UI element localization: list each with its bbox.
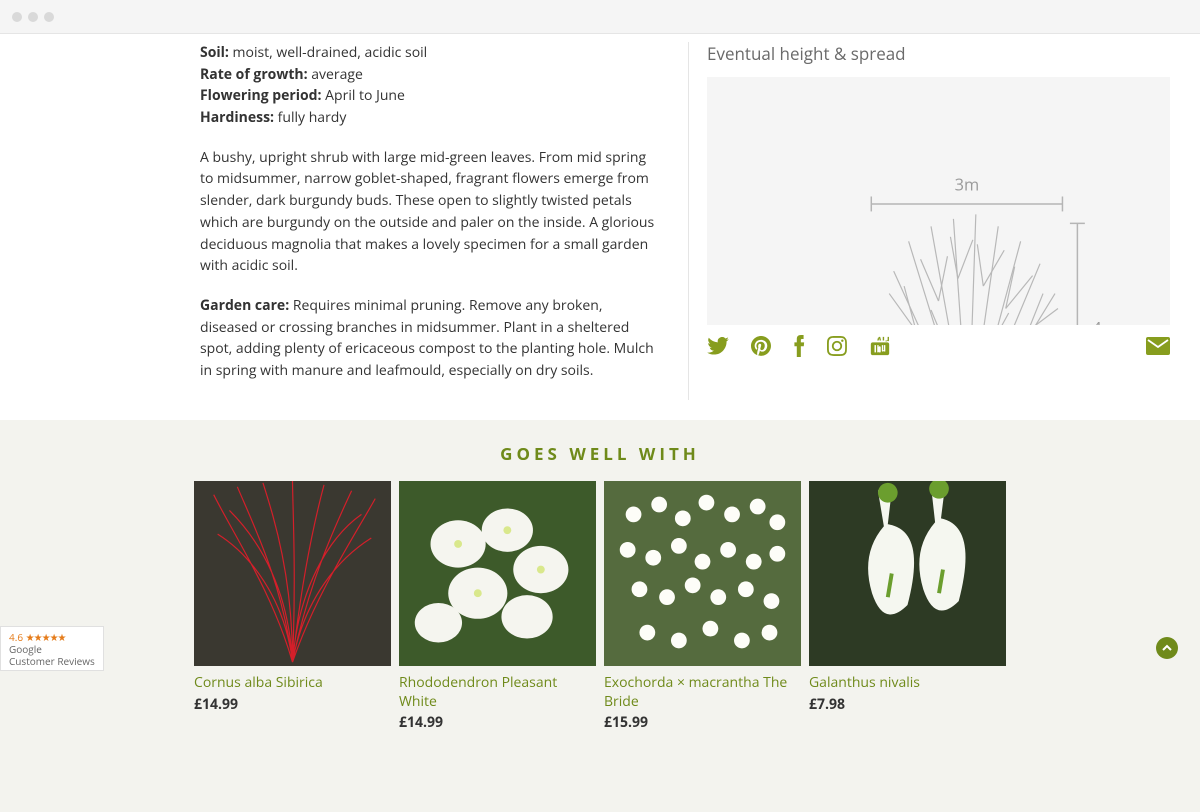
width-label: 3m xyxy=(955,173,980,196)
facebook-icon[interactable] xyxy=(793,335,805,362)
window-dot xyxy=(44,12,54,22)
product-price: £15.99 xyxy=(604,713,801,732)
product-name[interactable]: Galanthus nivalis xyxy=(809,674,1006,693)
product-price: £14.99 xyxy=(194,695,391,714)
pinterest-icon[interactable] xyxy=(751,336,771,361)
product-card[interactable]: Cornus alba Sibirica £14.99 xyxy=(194,481,391,733)
product-name[interactable]: Rhododendron Pleasant White xyxy=(399,674,596,712)
product-thumbnail[interactable] xyxy=(194,481,391,666)
product-thumbnail[interactable] xyxy=(604,481,801,666)
product-price: £7.98 xyxy=(809,695,1006,714)
spread-heading: Eventual height & spread xyxy=(707,42,1170,65)
instagram-icon[interactable] xyxy=(827,336,847,361)
product-card[interactable]: Rhododendron Pleasant White £14.99 xyxy=(399,481,596,733)
twitter-icon[interactable] xyxy=(707,337,729,360)
product-card[interactable]: Exochorda × macrantha The Bride £15.99 xyxy=(604,481,801,733)
description-text: A bushy, upright shrub with large mid-gr… xyxy=(200,147,658,277)
spec-hardiness: Hardiness: fully hardy xyxy=(200,107,658,129)
product-name[interactable]: Exochorda × macrantha The Bride xyxy=(604,674,801,712)
product-name[interactable]: Cornus alba Sibirica xyxy=(194,674,391,693)
product-card[interactable]: Galanthus nivalis £7.98 xyxy=(809,481,1006,733)
goes-well-with-heading: GOES WELL WITH xyxy=(0,442,1200,465)
window-dot xyxy=(28,12,38,22)
height-label: 4m xyxy=(1092,316,1117,325)
spec-soil: Soil: moist, well-drained, acidic soil xyxy=(200,42,658,64)
product-thumbnail[interactable] xyxy=(399,481,596,666)
scroll-to-top-button[interactable] xyxy=(1156,637,1178,659)
chevron-up-icon xyxy=(1162,643,1172,653)
product-thumbnail[interactable] xyxy=(809,481,1006,666)
spec-rate: Rate of growth: average xyxy=(200,64,658,86)
browser-chrome xyxy=(0,0,1200,34)
height-spread-panel: Eventual height & spread 3m 4m xyxy=(689,34,1200,420)
social-links xyxy=(707,335,1170,362)
spec-flowering: Flowering period: April to June xyxy=(200,85,658,107)
product-price: £14.99 xyxy=(399,713,596,732)
height-spread-diagram: 3m 4m xyxy=(707,77,1170,325)
mail-icon[interactable] xyxy=(1146,337,1170,360)
product-description-panel: Soil: moist, well-drained, acidic soil R… xyxy=(0,34,688,420)
goes-well-with-section: GOES WELL WITH Cornus alba Sibirica £14.… xyxy=(0,420,1200,812)
garden-care-text: Garden care: Requires minimal pruning. R… xyxy=(200,295,658,382)
youtube-icon[interactable] xyxy=(869,335,891,362)
google-reviews-badge[interactable]: 4.6 ★★★★★ Google Customer Reviews xyxy=(0,626,104,671)
window-dot xyxy=(12,12,22,22)
